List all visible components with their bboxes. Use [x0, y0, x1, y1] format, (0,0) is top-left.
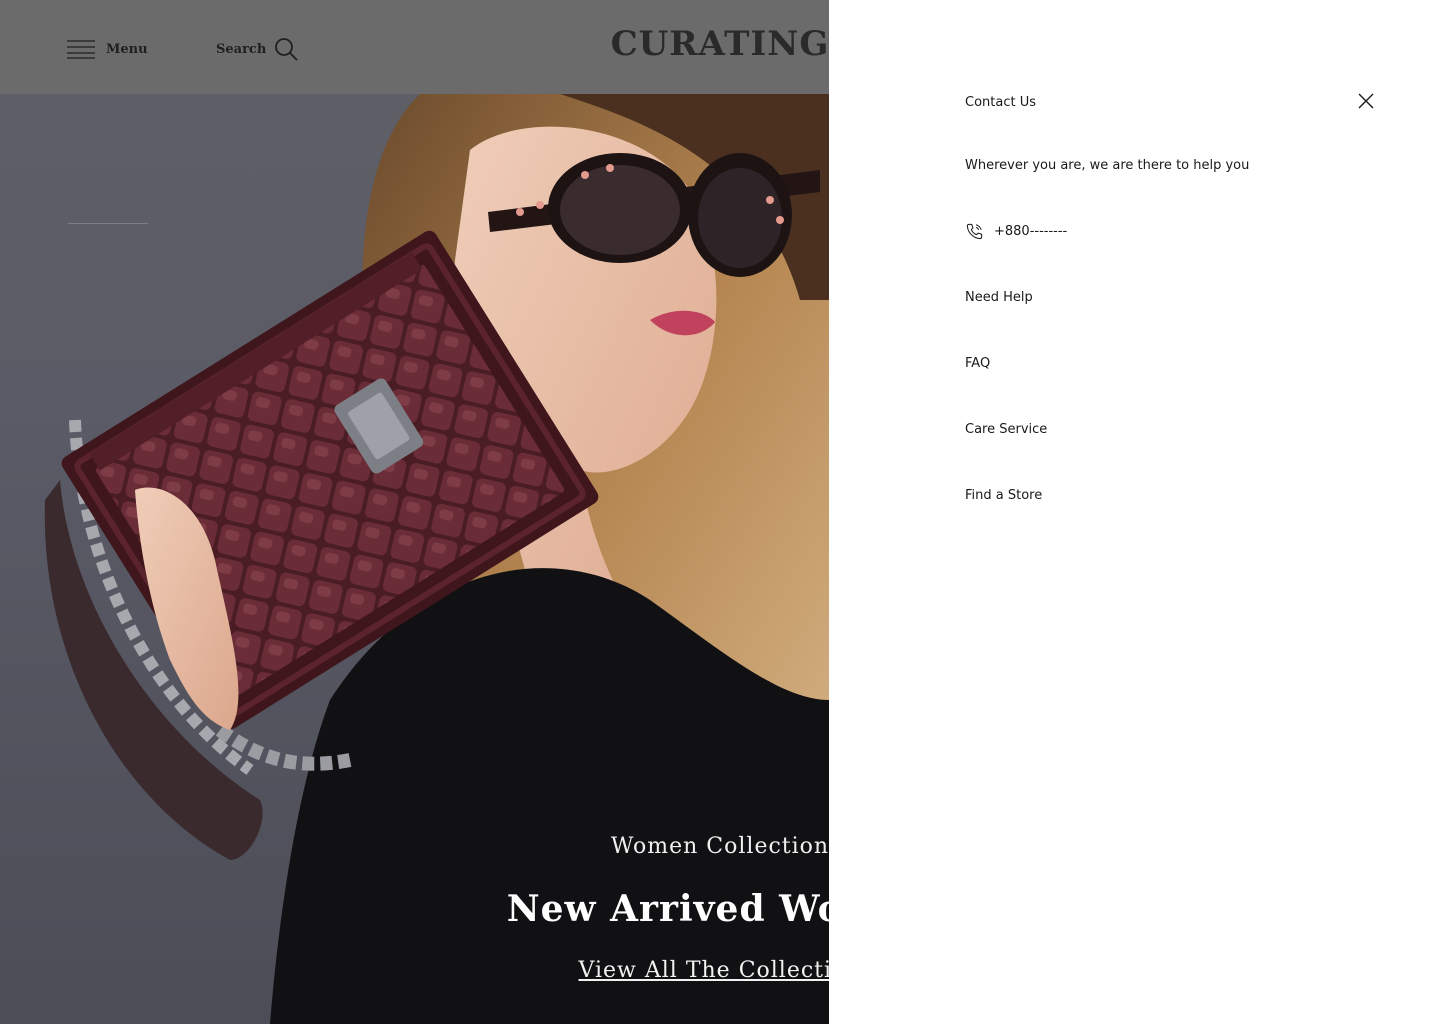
- search-icon: [275, 38, 298, 61]
- phone-row[interactable]: +880--------: [965, 222, 1067, 241]
- search-button[interactable]: Search: [216, 36, 298, 62]
- drawer-tagline: Wherever you are, we are there to help y…: [965, 158, 1250, 173]
- care-service-link[interactable]: Care Service: [965, 422, 1047, 437]
- page: Women Collection New Arrived Woman View …: [0, 0, 1440, 1024]
- drawer-title: Contact Us: [965, 95, 1036, 110]
- close-icon[interactable]: [1357, 92, 1375, 110]
- hamburger-icon: [67, 40, 95, 59]
- contact-drawer: Contact Us Wherever you are, we are ther…: [829, 0, 1440, 1024]
- find-store-link[interactable]: Find a Store: [965, 488, 1042, 503]
- phone-icon: [966, 223, 983, 240]
- need-help-link[interactable]: Need Help: [965, 290, 1033, 305]
- brand-logo[interactable]: CURATING: [600, 24, 840, 64]
- faq-link[interactable]: FAQ: [965, 356, 990, 371]
- menu-button[interactable]: Menu: [66, 38, 148, 60]
- hero-divider: [68, 223, 148, 224]
- search-label: Search: [216, 41, 267, 57]
- hero-photo: [44, 94, 829, 1024]
- phone-number: +880--------: [994, 224, 1068, 239]
- menu-label: Menu: [106, 41, 148, 57]
